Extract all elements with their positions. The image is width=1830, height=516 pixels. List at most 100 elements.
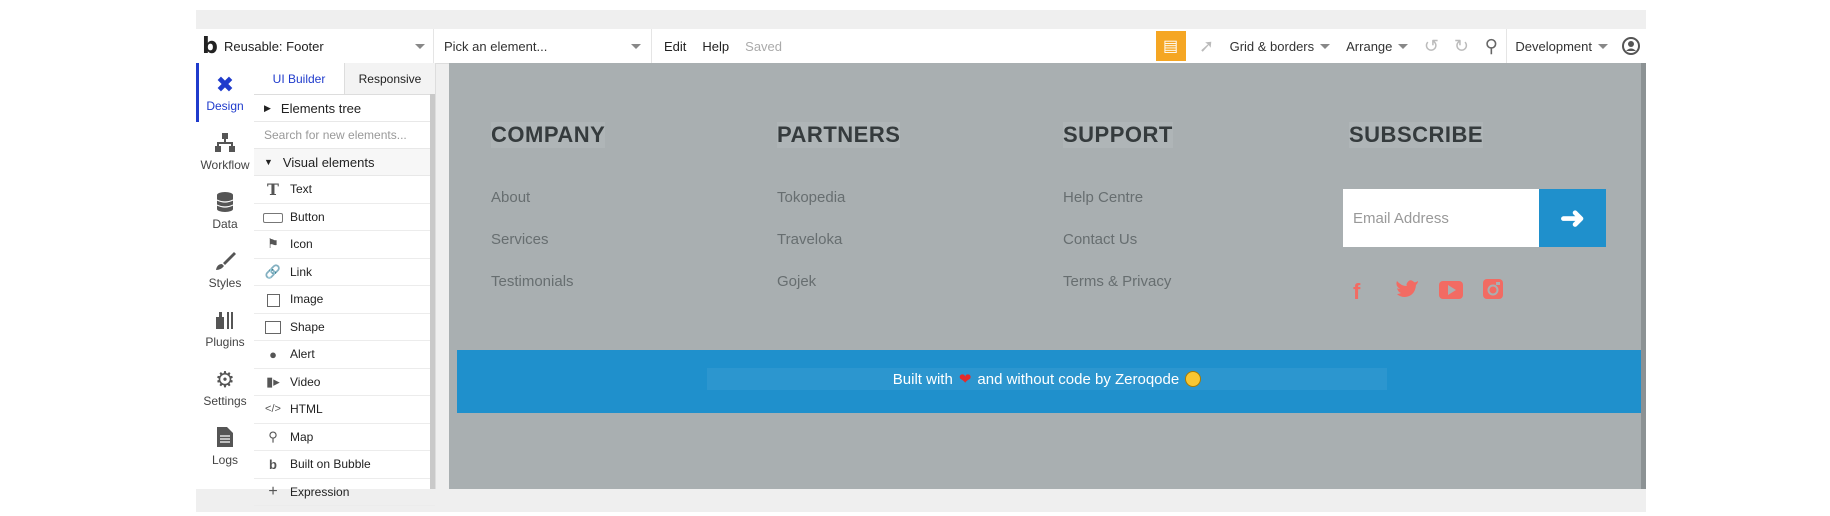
toolbar-right: ▤ ➚ Grid & borders Arrange ↺ ↻ ⚲ Develop… <box>1155 29 1646 63</box>
page-selector[interactable]: Reusable: Footer <box>224 29 434 63</box>
smiley-icon <box>1185 371 1202 387</box>
element-label: Alert <box>290 347 315 362</box>
subscribe-arrow-button[interactable]: ➜ <box>1539 189 1606 247</box>
plugin-icon <box>214 309 236 335</box>
canvas-edge <box>1641 63 1646 489</box>
page-name: Reusable: Footer <box>224 38 324 54</box>
menu-help[interactable]: Help <box>698 39 741 54</box>
nav-plugins[interactable]: Plugins <box>196 299 254 358</box>
footer-link[interactable]: About <box>491 189 530 206</box>
nav-data[interactable]: Data <box>196 181 254 240</box>
chevron-down-icon <box>1398 43 1409 49</box>
footer-credit[interactable]: Built with ❤ and without code by Zeroqod… <box>707 368 1387 390</box>
visual-elements-label: Visual elements <box>282 154 375 170</box>
arrow-right-icon: ➜ <box>1559 201 1586 235</box>
visual-elements-toggle[interactable]: ▼ Visual elements <box>254 149 435 176</box>
footer-link[interactable]: Terms & Privacy <box>1063 273 1171 290</box>
youtube-icon[interactable] <box>1439 279 1463 305</box>
element-picker[interactable]: Pick an element... <box>434 29 652 63</box>
element-alert[interactable]: ● Alert <box>254 341 435 369</box>
element-text[interactable]: T Text <box>254 176 435 204</box>
element-built-on-bubble[interactable]: b Built on Bubble <box>254 451 435 479</box>
element-button[interactable]: Button <box>254 204 435 231</box>
element-map[interactable]: ⚲ Map <box>254 424 435 451</box>
element-picker-placeholder: Pick an element... <box>444 38 548 54</box>
element-label: Built on Bubble <box>290 457 371 472</box>
nav-workflow[interactable]: Workflow <box>196 122 254 181</box>
footer-title-subscribe[interactable]: SUBSCRIBE <box>1349 122 1484 148</box>
elements-tree-toggle[interactable]: ▶ Elements tree <box>254 95 435 122</box>
gift-icon[interactable]: ▤ <box>1155 31 1186 61</box>
footer-bottom-bar[interactable]: Built with ❤ and without code by Zeroqod… <box>457 350 1641 413</box>
footer-link[interactable]: Services <box>491 231 549 248</box>
bubble-logo-icon: b <box>269 456 277 472</box>
design-icon: ✖ <box>215 71 235 97</box>
user-icon[interactable] <box>1616 29 1646 63</box>
footer-link[interactable]: Gojek <box>777 273 816 290</box>
footer-title-company[interactable]: COMPANY <box>491 122 606 148</box>
panel-tabs: UI Builder Responsive <box>254 63 435 95</box>
nav-styles[interactable]: Styles <box>196 240 254 299</box>
element-html[interactable]: </> HTML <box>254 396 435 424</box>
footer-link[interactable]: Help Centre <box>1063 189 1143 206</box>
text-icon: T <box>267 179 279 199</box>
grid-borders-label: Grid & borders <box>1229 38 1315 54</box>
elements-panel: UI Builder Responsive ▶ Elements tree Se… <box>254 63 436 506</box>
tab-responsive[interactable]: Responsive <box>345 63 435 94</box>
shape-icon <box>262 319 284 335</box>
button-icon <box>262 209 284 224</box>
undo-icon[interactable]: ↺ <box>1416 29 1446 63</box>
image-icon <box>262 292 284 307</box>
element-label: Button <box>290 209 325 224</box>
chevron-down-icon <box>1598 43 1608 49</box>
chevron-down-icon <box>415 43 425 49</box>
nav-plugins-label: Plugins <box>205 334 245 349</box>
footer-link[interactable]: Testimonials <box>491 273 574 290</box>
email-input[interactable]: Email Address <box>1343 189 1539 247</box>
environment-selector[interactable]: Development <box>1506 29 1616 63</box>
caret-right-icon: ▶ <box>264 102 271 113</box>
element-link[interactable]: 🔗 Link <box>254 259 435 286</box>
panel-scrollbar[interactable] <box>430 94 435 489</box>
nav-settings[interactable]: ⚙ Settings <box>196 358 254 417</box>
arrange-menu[interactable]: Arrange <box>1338 29 1416 63</box>
document-icon <box>217 426 233 453</box>
element-icon[interactable]: ⚑ Icon <box>254 231 435 259</box>
footer-link[interactable]: Contact Us <box>1063 231 1137 248</box>
instagram-icon[interactable] <box>1483 279 1503 305</box>
search-icon[interactable]: ⚲ <box>1476 29 1506 63</box>
element-video[interactable]: ▮▸ Video <box>254 369 435 396</box>
design-canvas[interactable]: COMPANY About Services Testimonials PART… <box>449 63 1646 489</box>
element-label: Image <box>290 292 324 307</box>
tab-ui-builder[interactable]: UI Builder <box>254 63 345 94</box>
element-label: HTML <box>290 402 323 417</box>
database-icon <box>216 191 234 217</box>
bubble-logo-icon[interactable]: b <box>196 34 224 59</box>
facebook-icon[interactable]: f <box>1353 279 1360 305</box>
elements-tree-label: Elements tree <box>280 100 362 116</box>
grid-borders-menu[interactable]: Grid & borders <box>1222 29 1339 63</box>
left-nav: ✖ Design Workflow Data Styles Plugins ⚙ … <box>196 63 255 489</box>
footer-title-support[interactable]: SUPPORT <box>1063 122 1173 148</box>
element-search-input[interactable]: Search for new elements... <box>254 122 435 149</box>
element-expression[interactable]: + Expression <box>254 479 435 506</box>
element-label: Text <box>290 182 313 197</box>
element-shape[interactable]: Shape <box>254 314 435 341</box>
link-icon: 🔗 <box>264 263 282 279</box>
element-label: Map <box>290 429 314 444</box>
redo-icon[interactable]: ↻ <box>1446 29 1476 63</box>
footer-link[interactable]: Tokopedia <box>777 189 845 206</box>
twitter-icon[interactable] <box>1395 279 1419 305</box>
saved-status: Saved <box>745 38 783 54</box>
footer-title-partners[interactable]: PARTNERS <box>777 122 901 148</box>
pointer-icon[interactable]: ➚ <box>1192 29 1222 63</box>
element-label: Icon <box>290 237 313 252</box>
brush-icon <box>214 250 236 276</box>
nav-styles-label: Styles <box>208 275 242 290</box>
footer-link[interactable]: Traveloka <box>777 231 842 248</box>
heart-icon: ❤ <box>958 371 972 388</box>
nav-design[interactable]: ✖ Design <box>196 63 254 122</box>
element-image[interactable]: Image <box>254 286 435 314</box>
menu-edit[interactable]: Edit <box>652 39 698 54</box>
nav-logs[interactable]: Logs <box>196 417 254 476</box>
